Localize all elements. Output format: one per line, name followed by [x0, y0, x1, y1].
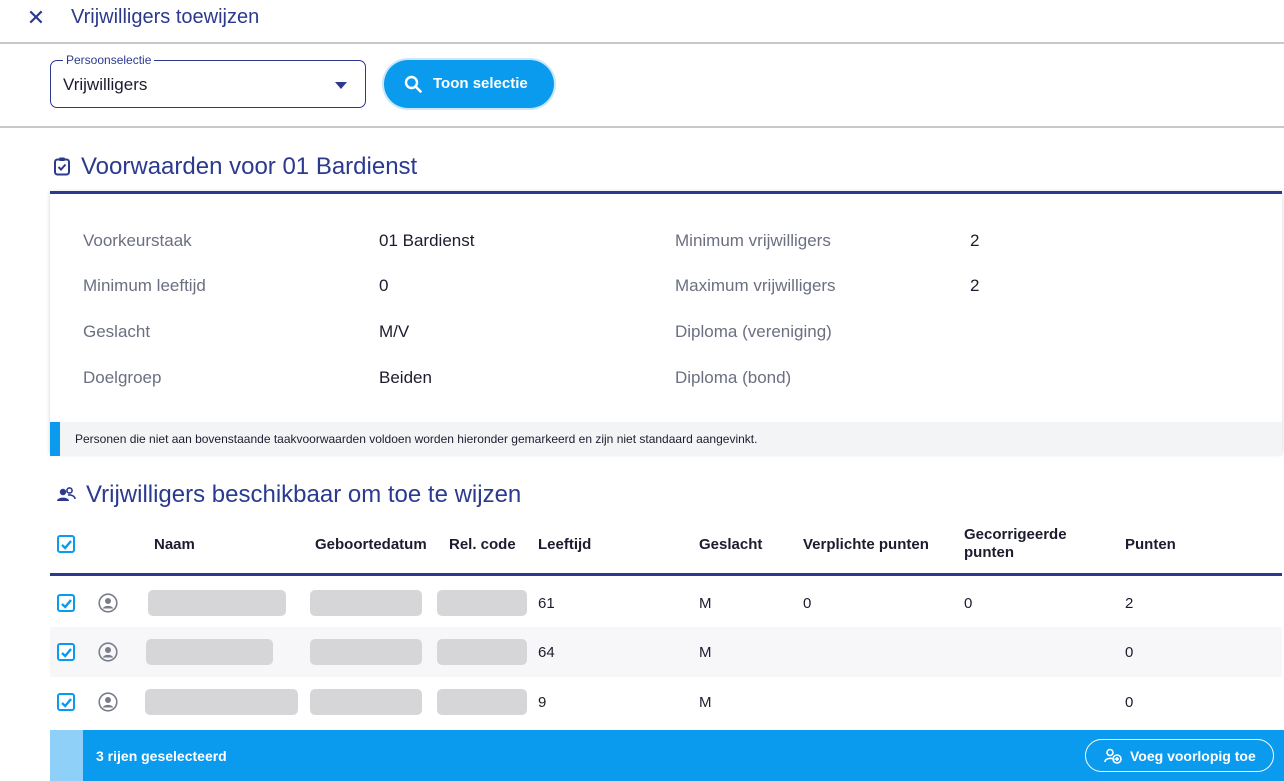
column-header-leeftijd[interactable]: Leeftijd: [538, 536, 591, 554]
cell-punten: 2: [1125, 595, 1134, 612]
condition-label: Voorkeurstaak: [83, 231, 192, 250]
row-checkbox[interactable]: [57, 693, 75, 711]
close-icon[interactable]: ✕: [24, 6, 48, 30]
condition-label: Minimum vrijwilligers: [675, 231, 831, 250]
condition-value: 01 Bardienst: [379, 231, 475, 250]
avatar-icon: [98, 593, 118, 613]
users-icon: [57, 487, 76, 501]
user-add-icon: [1104, 748, 1122, 764]
chevron-down-icon: [335, 82, 347, 89]
top-bar: ✕ Vrijwilligers toewijzen: [0, 0, 1284, 44]
check-icon: [61, 648, 72, 658]
condition-label: Minimum leeftijd: [83, 276, 206, 295]
cell-geslacht: M: [699, 644, 712, 661]
redacted-name: [145, 689, 298, 715]
cell-verplichte-punten: 0: [803, 595, 812, 612]
table-row[interactable]: 61 M 0 0 2: [50, 578, 1282, 628]
check-icon: [61, 599, 72, 609]
condition-value: 2: [970, 276, 980, 295]
cell-punten: 0: [1125, 694, 1134, 711]
clipboard-check-icon: [54, 157, 70, 176]
selected-count-text: 3 rijen geselecteerd: [96, 748, 227, 764]
condition-label: Diploma (vereniging): [675, 322, 832, 341]
avatar-icon: [98, 642, 118, 662]
info-note: Personen die niet aan bovenstaande taakv…: [50, 422, 1282, 456]
person-selection-legend: Persoonselectie: [63, 53, 155, 67]
condition-value: Beiden: [379, 368, 432, 387]
search-icon: [404, 75, 422, 93]
show-selection-button[interactable]: Toon selectie: [384, 60, 554, 108]
column-header-gecorrigeerde-punten[interactable]: Gecorrigeerde punten: [964, 526, 1084, 562]
volunteers-title: Vrijwilligers beschikbaar om toe te wijz…: [86, 481, 522, 508]
redacted-birthdate: [310, 689, 422, 715]
check-icon: [61, 540, 72, 550]
cell-leeftijd: 61: [538, 595, 555, 612]
add-provisionally-button[interactable]: Voeg voorlopig toe: [1085, 739, 1274, 772]
add-provisionally-label: Voeg voorlopig toe: [1130, 748, 1256, 764]
cell-geslacht: M: [699, 595, 712, 612]
column-header-geboortedatum[interactable]: Geboortedatum: [315, 536, 427, 554]
column-header-naam[interactable]: Naam: [154, 536, 195, 554]
conditions-title: Voorwaarden voor 01 Bardienst: [81, 153, 418, 180]
redacted-name: [148, 590, 286, 616]
check-icon: [61, 698, 72, 708]
column-header-geslacht[interactable]: Geslacht: [699, 536, 762, 554]
table-row[interactable]: 9 M 0: [50, 677, 1282, 727]
redacted-birthdate: [310, 639, 422, 665]
redacted-name: [146, 639, 273, 665]
info-note-text: Personen die niet aan bovenstaande taakv…: [75, 432, 758, 446]
redacted-birthdate: [310, 590, 422, 616]
row-checkbox[interactable]: [57, 594, 75, 612]
table-row[interactable]: 64 M 0: [50, 627, 1282, 677]
redacted-rel-code: [437, 590, 527, 616]
avatar-icon: [98, 692, 118, 712]
condition-value: 0: [379, 276, 389, 295]
cell-punten: 0: [1125, 644, 1134, 661]
condition-label: Diploma (bond): [675, 368, 792, 387]
condition-label: Geslacht: [83, 322, 151, 341]
column-header-verplichte-punten[interactable]: Verplichte punten: [803, 536, 929, 554]
redacted-rel-code: [437, 639, 527, 665]
condition-label: Doelgroep: [83, 368, 162, 387]
cell-gecorrigeerde-punten: 0: [964, 595, 973, 612]
column-header-punten[interactable]: Punten: [1125, 536, 1176, 554]
conditions-panel: Voorkeurstaak 01 Bardienst Minimum leeft…: [50, 191, 1282, 456]
condition-value: M/V: [379, 322, 410, 341]
condition-value: 2: [970, 231, 980, 250]
selection-footer: 3 rijen geselecteerd Voeg voorlopig toe: [50, 730, 1284, 781]
page-title: Vrijwilligers toewijzen: [71, 6, 260, 28]
row-checkbox[interactable]: [57, 643, 75, 661]
cell-geslacht: M: [699, 694, 712, 711]
condition-label: Maximum vrijwilligers: [675, 276, 836, 295]
redacted-rel-code: [437, 689, 527, 715]
show-selection-label: Toon selectie: [433, 75, 528, 92]
cell-leeftijd: 64: [538, 644, 555, 661]
person-selection-dropdown[interactable]: Persoonselectie Vrijwilligers: [50, 53, 366, 108]
person-selection-value: Vrijwilligers: [63, 75, 148, 94]
table-header: Naam Geboortedatum Rel. code Leeftijd Ge…: [50, 518, 1282, 576]
column-header-rel-code[interactable]: Rel. code: [449, 536, 516, 554]
selection-bar: Persoonselectie Vrijwilligers Toon selec…: [0, 46, 1284, 128]
select-all-checkbox[interactable]: [57, 535, 75, 553]
cell-leeftijd: 9: [538, 694, 547, 711]
footer-accent-strip: [50, 730, 83, 781]
